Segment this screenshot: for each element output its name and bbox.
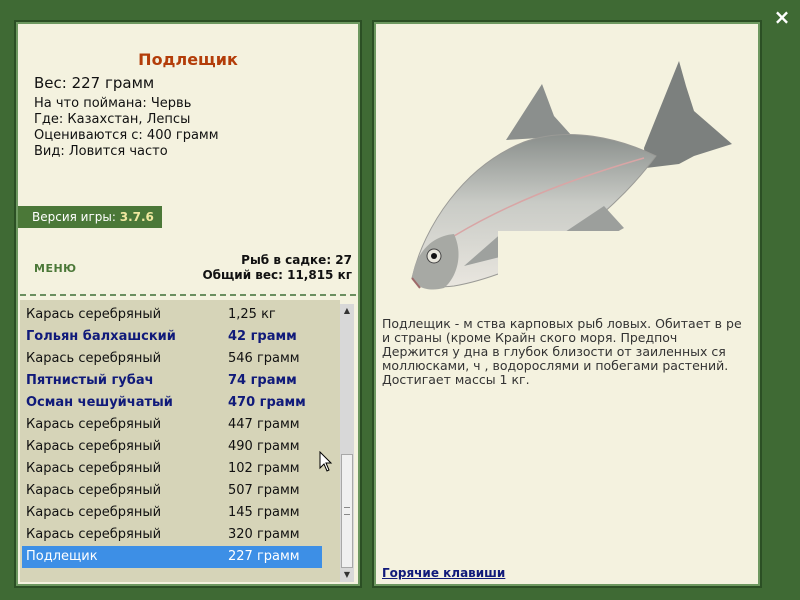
list-item-name: Карась серебряный (26, 527, 162, 542)
close-button[interactable]: × (772, 6, 792, 28)
list-item-weight: 42 грамм (228, 329, 297, 344)
list-item[interactable]: Карась серебряный 546 грамм (22, 348, 322, 370)
keepnet-stats: Рыб в садке: 27 Общий вес: 11,815 кг (202, 253, 352, 283)
list-item[interactable]: Карась серебряный 1,25 кг (22, 304, 322, 326)
fish-image (411, 61, 744, 306)
menu-button[interactable]: МЕНЮ (34, 262, 77, 275)
list-item[interactable]: Пятнистый губач 74 грамм (22, 370, 322, 392)
list-item-name: Осман чешуйчатый (26, 395, 173, 410)
scroll-down-arrow-icon[interactable]: ▼ (340, 568, 354, 582)
list-item-name: Карась серебряный (26, 505, 162, 520)
hotkeys-link[interactable]: Горячие клавиши (382, 566, 505, 580)
list-item-weight: 74 грамм (228, 373, 297, 388)
list-item-weight: 546 грамм (228, 351, 300, 366)
list-item[interactable]: Карась серебряный 102 грамм (22, 458, 322, 480)
total-weight: Общий вес: 11,815 кг (202, 268, 352, 282)
list-item-weight: 227 грамм (228, 549, 300, 564)
list-item-name: Карась серебряный (26, 307, 162, 322)
list-item-name: Карась серебряный (26, 351, 162, 366)
version-badge: Версия игры: 3.7.6 (18, 206, 162, 228)
fish-title: Подлещик (138, 50, 238, 69)
list-item-weight: 320 грамм (228, 527, 300, 542)
list-item[interactable]: Карась серебряный 145 грамм (22, 502, 322, 524)
version-label: Версия игры: (32, 210, 116, 224)
divider (20, 294, 356, 296)
list-item[interactable]: Карась серебряный 490 грамм (22, 436, 322, 458)
list-item-name: Гольян балхашский (26, 329, 176, 344)
list-item[interactable]: Карась серебряный 507 грамм (22, 480, 322, 502)
list-item-name: Подлещик (26, 549, 98, 564)
fish-bait: На что поймана: Червь (34, 96, 192, 111)
list-item-weight: 145 грамм (228, 505, 300, 520)
list-item-name: Карась серебряный (26, 439, 162, 454)
scroll-thumb[interactable] (341, 454, 353, 568)
list-item[interactable]: Осман чешуйчатый 470 грамм (22, 392, 322, 414)
list-item-name: Пятнистый губач (26, 373, 154, 388)
list-item-weight: 1,25 кг (228, 307, 276, 322)
fish-valuation: Оцениваются с: 400 грамм (34, 128, 219, 143)
scroll-up-arrow-icon[interactable]: ▲ (340, 304, 354, 318)
version-number: 3.7.6 (119, 210, 154, 224)
list-item[interactable]: Карась серебряный 447 грамм (22, 414, 322, 436)
catch-list[interactable]: Карась серебряный 1,25 кг Гольян балхашски… (20, 300, 340, 582)
list-item-name: Карась серебряный (26, 483, 162, 498)
list-item-weight: 507 грамм (228, 483, 300, 498)
fish-count: Рыб в садке: 27 (241, 253, 352, 267)
fish-weight: Вес: 227 грамм (34, 74, 155, 92)
list-item[interactable]: Подлещик 227 грамм (22, 546, 322, 568)
list-item-weight: 102 грамм (228, 461, 300, 476)
list-item-weight: 447 грамм (228, 417, 300, 432)
grip-icon (344, 507, 350, 515)
fish-frequency: Вид: Ловится часто (34, 144, 168, 159)
list-item[interactable]: Гольян балхашский 42 грамм (22, 326, 322, 348)
fish-description: Подлещик - м ства карповых рыб ловых. Об… (382, 316, 742, 387)
list-item-weight: 470 грамм (228, 395, 306, 410)
list-item-name: Карась серебряный (26, 417, 162, 432)
fish-detail-panel: Подлещик - м ства карповых рыб ловых. Об… (372, 20, 762, 588)
list-item[interactable]: Карась серебряный 320 грамм (22, 524, 322, 546)
fish-location: Где: Казахстан, Лепсы (34, 112, 191, 127)
list-item-name: Карась серебряный (26, 461, 162, 476)
mouse-cursor-icon (319, 451, 333, 472)
list-scrollbar[interactable]: ▲ ▼ (340, 304, 354, 582)
list-item-weight: 490 грамм (228, 439, 300, 454)
fish-info-panel: Подлещик Вес: 227 грамм На что поймана: … (14, 20, 362, 588)
